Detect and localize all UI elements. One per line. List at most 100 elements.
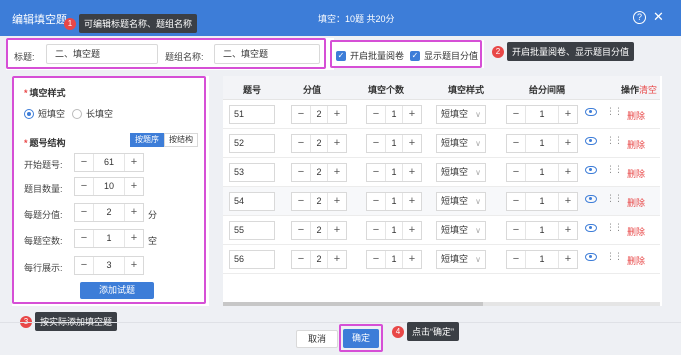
minus-icon[interactable]: − xyxy=(507,251,525,268)
row-style-select[interactable]: 短填空 ∨ xyxy=(436,250,486,269)
row-style-select[interactable]: 短填空 ∨ xyxy=(436,134,486,153)
plus-icon[interactable]: + xyxy=(403,193,421,210)
row-blanks-stepper[interactable]: −1 + xyxy=(366,163,422,182)
score-per-question-value[interactable]: 2 xyxy=(93,204,125,221)
eye-icon[interactable] xyxy=(585,108,597,116)
minus-icon[interactable]: − xyxy=(292,222,310,239)
eye-icon[interactable] xyxy=(585,224,597,232)
plus-icon[interactable]: + xyxy=(403,164,421,181)
group-name-input[interactable]: 二、填空题 xyxy=(214,44,320,64)
plus-icon[interactable]: + xyxy=(328,135,346,152)
row-blanks-value[interactable]: 1 xyxy=(385,251,403,268)
row-style-select[interactable]: 短填空 ∨ xyxy=(436,105,486,124)
per-line-stepper[interactable]: − 3 + xyxy=(74,256,144,275)
row-score-value[interactable]: 2 xyxy=(310,106,328,123)
row-number-input[interactable]: 52 xyxy=(229,134,275,153)
minus-icon[interactable]: − xyxy=(367,106,385,123)
row-score-value[interactable]: 2 xyxy=(310,164,328,181)
minus-icon[interactable]: − xyxy=(367,222,385,239)
add-questions-button[interactable]: 添加试题 xyxy=(80,282,154,299)
scroll-thumb[interactable] xyxy=(223,302,483,306)
minus-icon[interactable]: − xyxy=(507,106,525,123)
plus-icon[interactable]: + xyxy=(403,135,421,152)
minus-icon[interactable]: − xyxy=(292,164,310,181)
row-score-stepper[interactable]: −2 + xyxy=(291,221,347,240)
row-blanks-value[interactable]: 1 xyxy=(385,222,403,239)
plus-icon[interactable]: + xyxy=(125,257,143,274)
horizontal-scrollbar[interactable] xyxy=(223,302,660,306)
style-long-radio[interactable]: 长填空 xyxy=(72,107,113,120)
row-score-value[interactable]: 2 xyxy=(310,251,328,268)
plus-icon[interactable]: + xyxy=(125,154,143,171)
row-interval-stepper[interactable]: −1 + xyxy=(506,250,578,269)
row-number-input[interactable]: 54 xyxy=(229,192,275,211)
title-input[interactable]: 二、填空题 xyxy=(46,44,158,64)
plus-icon[interactable]: + xyxy=(328,193,346,210)
row-score-stepper[interactable]: −2 + xyxy=(291,134,347,153)
delete-link[interactable]: 删除 xyxy=(627,254,645,267)
minus-icon[interactable]: − xyxy=(367,164,385,181)
minus-icon[interactable]: − xyxy=(507,135,525,152)
row-style-select[interactable]: 短填空 ∨ xyxy=(436,163,486,182)
row-score-value[interactable]: 2 xyxy=(310,222,328,239)
minus-icon[interactable]: − xyxy=(75,154,93,171)
plus-icon[interactable]: + xyxy=(559,193,577,210)
plus-icon[interactable]: + xyxy=(328,164,346,181)
minus-icon[interactable]: − xyxy=(75,257,93,274)
eye-icon[interactable] xyxy=(585,195,597,203)
drag-handle-icon[interactable]: ⋮⋮ xyxy=(606,164,623,175)
drag-handle-icon[interactable]: ⋮⋮ xyxy=(606,193,623,204)
close-icon[interactable]: ✕ xyxy=(653,9,664,25)
row-blanks-value[interactable]: 1 xyxy=(385,135,403,152)
drag-handle-icon[interactable]: ⋮⋮ xyxy=(606,135,623,146)
minus-icon[interactable]: − xyxy=(292,193,310,210)
row-interval-stepper[interactable]: −1 + xyxy=(506,221,578,240)
plus-icon[interactable]: + xyxy=(559,251,577,268)
delete-link[interactable]: 删除 xyxy=(627,196,645,209)
seg-by-order[interactable]: 按题序 xyxy=(130,133,164,147)
row-interval-value[interactable]: 1 xyxy=(525,164,559,181)
help-icon[interactable]: ? xyxy=(633,11,646,24)
question-count-value[interactable]: 10 xyxy=(93,178,125,195)
cancel-button[interactable]: 取消 xyxy=(296,330,338,348)
confirm-button[interactable]: 确定 xyxy=(343,329,379,348)
row-number-input[interactable]: 53 xyxy=(229,163,275,182)
minus-icon[interactable]: − xyxy=(75,230,93,247)
blanks-per-question-value[interactable]: 1 xyxy=(93,230,125,247)
show-score-checkbox[interactable]: ✓ 显示题目分值 xyxy=(410,49,478,62)
score-per-question-stepper[interactable]: − 2 + xyxy=(74,203,144,222)
seg-by-structure[interactable]: 按结构 xyxy=(164,133,198,147)
row-score-value[interactable]: 2 xyxy=(310,193,328,210)
plus-icon[interactable]: + xyxy=(125,178,143,195)
plus-icon[interactable]: + xyxy=(559,222,577,239)
row-style-select[interactable]: 短填空 ∨ xyxy=(436,221,486,240)
minus-icon[interactable]: − xyxy=(367,251,385,268)
row-interval-stepper[interactable]: −1 + xyxy=(506,192,578,211)
row-score-stepper[interactable]: −2 + xyxy=(291,250,347,269)
minus-icon[interactable]: − xyxy=(507,222,525,239)
minus-icon[interactable]: − xyxy=(367,193,385,210)
start-number-stepper[interactable]: − 61 + xyxy=(74,153,144,172)
row-number-input[interactable]: 55 xyxy=(229,221,275,240)
minus-icon[interactable]: − xyxy=(75,178,93,195)
delete-link[interactable]: 删除 xyxy=(627,225,645,238)
row-style-select[interactable]: 短填空 ∨ xyxy=(436,192,486,211)
plus-icon[interactable]: + xyxy=(328,251,346,268)
per-line-value[interactable]: 3 xyxy=(93,257,125,274)
plus-icon[interactable]: + xyxy=(328,106,346,123)
row-interval-stepper[interactable]: −1 + xyxy=(506,134,578,153)
plus-icon[interactable]: + xyxy=(559,164,577,181)
row-interval-value[interactable]: 1 xyxy=(525,106,559,123)
row-interval-stepper[interactable]: −1 + xyxy=(506,163,578,182)
delete-link[interactable]: 删除 xyxy=(627,138,645,151)
row-blanks-stepper[interactable]: −1 + xyxy=(366,134,422,153)
delete-link[interactable]: 删除 xyxy=(627,167,645,180)
question-count-stepper[interactable]: − 10 + xyxy=(74,177,144,196)
row-number-input[interactable]: 51 xyxy=(229,105,275,124)
row-number-input[interactable]: 56 xyxy=(229,250,275,269)
row-blanks-stepper[interactable]: −1 + xyxy=(366,105,422,124)
start-number-value[interactable]: 61 xyxy=(93,154,125,171)
delete-link[interactable]: 删除 xyxy=(627,109,645,122)
row-interval-value[interactable]: 1 xyxy=(525,222,559,239)
minus-icon[interactable]: − xyxy=(292,135,310,152)
